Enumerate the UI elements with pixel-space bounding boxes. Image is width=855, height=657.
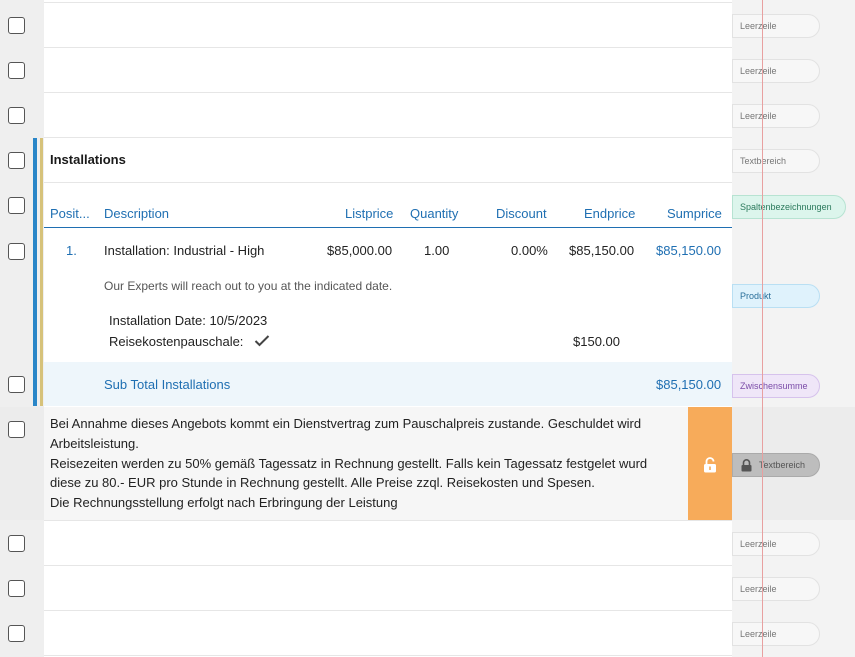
product-description[interactable]: Installation: Industrial - High	[104, 243, 264, 258]
row-divider	[44, 520, 732, 521]
lock-icon	[741, 459, 752, 472]
row-divider	[44, 655, 732, 656]
column-header-discount[interactable]: Discount	[496, 206, 547, 221]
guide-line	[762, 0, 763, 657]
travel-flat-rate-label: Reisekostenpauschale:	[109, 334, 244, 349]
row-checkbox[interactable]	[8, 152, 25, 169]
section-bar	[40, 138, 43, 406]
column-header-quantity[interactable]: Quantity	[410, 206, 458, 221]
subtotal-label: Sub Total Installations	[104, 377, 231, 392]
row-selector-strip	[0, 0, 44, 657]
header-underline	[44, 227, 732, 228]
installation-date: Installation Date: 10/5/2023	[109, 313, 268, 328]
product-note: Our Experts will reach out to you at the…	[104, 279, 393, 293]
column-header-position[interactable]: Posit...	[50, 206, 90, 221]
row-divider	[44, 610, 732, 611]
column-header-description[interactable]: Description	[104, 206, 169, 221]
row-type-label[interactable]: Spaltenbezeichnungen	[732, 195, 846, 219]
unlock-button[interactable]	[688, 407, 732, 520]
row-type-panel	[732, 0, 855, 657]
product-position: 1.	[66, 243, 77, 258]
row-checkbox[interactable]	[8, 580, 25, 597]
product-endprice: $85,150.00	[569, 243, 635, 258]
text-block-line: diese zu 80.- EUR pro Stunde in Rechnung…	[50, 475, 595, 490]
row-type-label[interactable]: Leerzeile	[732, 577, 820, 601]
row-checkbox[interactable]	[8, 197, 25, 214]
row-type-label[interactable]: Leerzeile	[732, 532, 820, 556]
row-checkbox[interactable]	[8, 62, 25, 79]
product-discount[interactable]: 0.00%	[511, 243, 548, 258]
row-divider	[44, 47, 732, 48]
text-block-line: Arbeitsleistung.	[50, 436, 139, 451]
product-listprice[interactable]: $85,000.00	[327, 243, 392, 258]
unlock-icon	[704, 457, 716, 473]
row-type-label[interactable]: Produkt	[732, 284, 820, 308]
row-checkbox[interactable]	[8, 421, 25, 438]
product-quantity[interactable]: 1.00	[424, 243, 449, 258]
row-checkbox[interactable]	[8, 243, 25, 260]
text-block-line: Reisezeiten werden zu 50% gemäß Tagessat…	[50, 456, 648, 471]
row-divider	[44, 2, 732, 3]
column-header-endprice[interactable]: Endprice	[584, 206, 635, 221]
row-checkbox[interactable]	[8, 17, 25, 34]
row-type-label[interactable]: Leerzeile	[732, 622, 820, 646]
row-divider	[44, 565, 732, 566]
checkmark-icon	[254, 335, 270, 347]
row-divider	[44, 92, 732, 93]
subtotal-value: $85,150.00	[656, 377, 722, 392]
row-checkbox[interactable]	[8, 535, 25, 552]
text-block-line: Die Rechnungsstellung erfolgt nach Erbri…	[50, 495, 398, 510]
column-header-listprice[interactable]: Listprice	[345, 206, 393, 221]
column-header-sumprice[interactable]: Sumprice	[667, 206, 722, 221]
row-type-label[interactable]: Zwischensumme	[732, 374, 820, 398]
row-type-label[interactable]: Textbereich	[732, 149, 820, 173]
text-block-line: Bei Annahme dieses Angebots kommt ein Di…	[50, 416, 642, 431]
document-canvas	[44, 0, 732, 657]
text-block-content[interactable]: Bei Annahme dieses Angebots kommt ein Di…	[44, 407, 688, 520]
travel-flat-rate-price: $150.00	[573, 334, 620, 349]
section-title: Installations	[50, 152, 126, 167]
row-divider	[44, 182, 732, 183]
row-checkbox[interactable]	[8, 376, 25, 393]
section-bar	[33, 138, 37, 406]
row-type-label[interactable]: Leerzeile	[732, 14, 820, 38]
row-checkbox[interactable]	[8, 625, 25, 642]
row-type-label[interactable]: Leerzeile	[732, 59, 820, 83]
row-divider	[44, 137, 732, 138]
row-checkbox[interactable]	[8, 107, 25, 124]
row-type-label[interactable]: Leerzeile	[732, 104, 820, 128]
product-sumprice: $85,150.00	[656, 243, 722, 258]
